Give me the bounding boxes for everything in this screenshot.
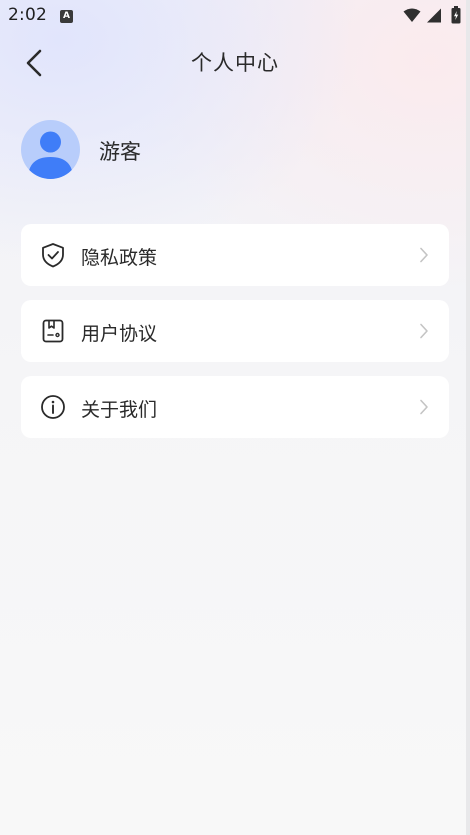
signal-icon — [427, 8, 441, 23]
settings-menu: 隐私政策 用户协议 关于我们 — [21, 224, 449, 452]
menu-item-user-agreement[interactable]: 用户协议 — [21, 300, 449, 362]
notification-icon: A — [60, 10, 73, 23]
menu-item-label: 关于我们 — [81, 399, 158, 421]
menu-item-about-us[interactable]: 关于我们 — [21, 376, 449, 438]
page-title: 个人中心 — [191, 51, 279, 75]
chevron-right-icon — [420, 323, 428, 339]
screen-edge — [466, 0, 470, 835]
menu-item-label: 用户协议 — [81, 323, 158, 345]
chevron-right-icon — [420, 399, 428, 415]
status-time: 2:02 — [8, 5, 47, 25]
user-name: 游客 — [99, 140, 141, 164]
chevron-right-icon — [420, 247, 428, 263]
battery-icon — [451, 6, 461, 24]
wifi-icon — [403, 8, 421, 22]
menu-item-privacy-policy[interactable]: 隐私政策 — [21, 224, 449, 286]
shield-check-icon — [42, 243, 64, 268]
menu-item-label: 隐私政策 — [81, 247, 158, 269]
avatar[interactable] — [21, 120, 80, 179]
info-circle-icon — [41, 395, 65, 419]
user-avatar-icon — [28, 131, 73, 179]
status-bar: 2:02 A — [0, 0, 470, 32]
document-icon — [42, 319, 64, 343]
